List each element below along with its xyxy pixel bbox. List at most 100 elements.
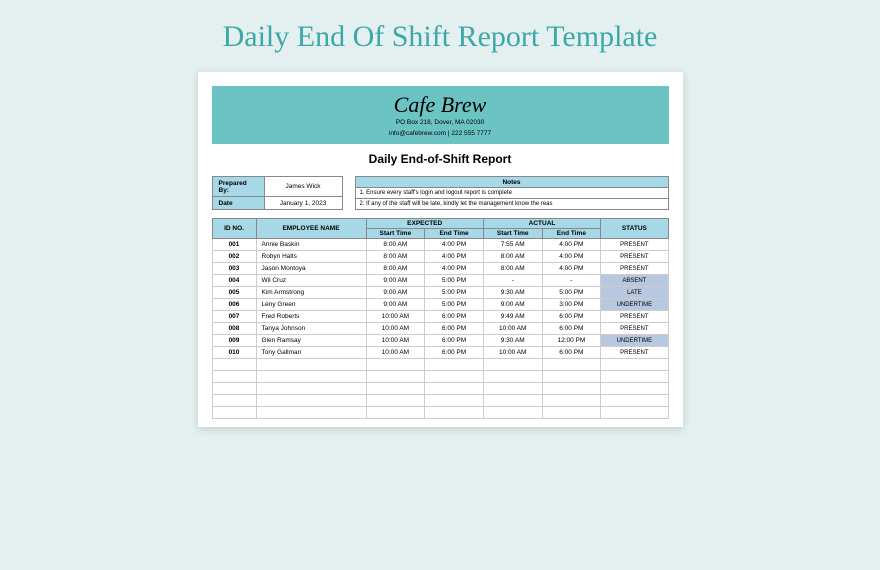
cell-status: UNDERTIME — [601, 299, 668, 311]
brand-address: PO Box 218, Dover, MA 02030 — [212, 118, 669, 127]
cell-expected-end: 5:00 PM — [425, 287, 484, 299]
cell-expected-start: 10:00 AM — [366, 311, 425, 323]
prepared-by-value: James Wick — [264, 177, 342, 197]
cell-id: 002 — [212, 251, 256, 263]
note-1: 1. Ensure every staff's login and logout… — [355, 188, 668, 199]
meta-left-table: Prepared By: James Wick Date January 1, … — [212, 176, 343, 210]
cell-id: 003 — [212, 263, 256, 275]
cell-status: PRESENT — [601, 263, 668, 275]
cell-actual-start: 8:00 AM — [483, 263, 542, 275]
cell-status: PRESENT — [601, 347, 668, 359]
cell-expected-start: 10:00 AM — [366, 347, 425, 359]
cell-name: Kim Armstrong — [256, 287, 366, 299]
cell-actual-end: 4:00 PM — [542, 251, 601, 263]
cell-expected-start: 8:00 AM — [366, 251, 425, 263]
date-value: January 1, 2023 — [264, 197, 342, 210]
cell-expected-end: 4:00 PM — [425, 251, 484, 263]
page-title: Daily End Of Shift Report Template — [223, 20, 658, 54]
table-row: 007Fred Roberts10:00 AM6:00 PM9:49 AM6:0… — [212, 311, 668, 323]
cell-actual-start: 9:30 AM — [483, 335, 542, 347]
table-row: 005Kim Armstrong9:00 AM5:00 PM9:30 AM5:0… — [212, 287, 668, 299]
cell-actual-end: 12:00 PM — [542, 335, 601, 347]
cell-id: 007 — [212, 311, 256, 323]
table-row: 009Glen Ramsay10:00 AM6:00 PM9:30 AM12:0… — [212, 335, 668, 347]
cell-status: LATE — [601, 287, 668, 299]
cell-name: Glen Ramsay — [256, 335, 366, 347]
cell-name: Tony Gallman — [256, 347, 366, 359]
cell-status: PRESENT — [601, 323, 668, 335]
header-expected: EXPECTED — [366, 219, 483, 229]
cell-actual-end: 6:00 PM — [542, 311, 601, 323]
header-id: ID NO. — [212, 219, 256, 239]
table-body: 001Annie Baskin8:00 AM4:00 PM7:55 AM4:00… — [212, 239, 668, 419]
cell-id: 005 — [212, 287, 256, 299]
table-row: 003Jason Montoya8:00 AM4:00 PM8:00 AM4:0… — [212, 263, 668, 275]
cell-name: Robyn Halts — [256, 251, 366, 263]
cell-actual-start: 8:00 AM — [483, 251, 542, 263]
header-actual-end: End Time — [542, 229, 601, 239]
table-row: 010Tony Gallman10:00 AM6:00 PM10:00 AM6:… — [212, 347, 668, 359]
cell-id: 006 — [212, 299, 256, 311]
cell-expected-end: 6:00 PM — [425, 335, 484, 347]
header-status: STATUS — [601, 219, 668, 239]
report-title: Daily End-of-Shift Report — [212, 152, 669, 166]
cell-expected-end: 4:00 PM — [425, 239, 484, 251]
cell-actual-end: 6:00 PM — [542, 323, 601, 335]
cell-expected-end: 6:00 PM — [425, 311, 484, 323]
notes-header: Notes — [355, 177, 668, 188]
cell-name: Annie Baskin — [256, 239, 366, 251]
shift-data-table: ID NO. EMPLOYEE NAME EXPECTED ACTUAL STA… — [212, 218, 669, 419]
cell-expected-start: 9:00 AM — [366, 299, 425, 311]
note-2: 2. If any of the staff will be late, kin… — [355, 199, 668, 210]
table-row: 004Wil Cruz9:00 AM5:00 PM--ABSENT — [212, 275, 668, 287]
cell-id: 008 — [212, 323, 256, 335]
brand-contact: info@cafebrew.com | 222 555 7777 — [212, 129, 669, 138]
table-row-empty — [212, 407, 668, 419]
table-row: 002Robyn Halts8:00 AM4:00 PM8:00 AM4:00 … — [212, 251, 668, 263]
cell-expected-start: 9:00 AM — [366, 275, 425, 287]
cell-expected-end: 6:00 PM — [425, 347, 484, 359]
cell-name: Leny Green — [256, 299, 366, 311]
cell-actual-end: - — [542, 275, 601, 287]
table-row-empty — [212, 359, 668, 371]
cell-expected-start: 9:00 AM — [366, 287, 425, 299]
cell-status: PRESENT — [601, 239, 668, 251]
cell-id: 010 — [212, 347, 256, 359]
cell-id: 009 — [212, 335, 256, 347]
meta-section: Prepared By: James Wick Date January 1, … — [212, 176, 669, 210]
cell-actual-end: 4:00 PM — [542, 263, 601, 275]
cell-expected-start: 10:00 AM — [366, 335, 425, 347]
header-name: EMPLOYEE NAME — [256, 219, 366, 239]
cell-actual-start: - — [483, 275, 542, 287]
cell-actual-end: 6:00 PM — [542, 347, 601, 359]
table-header: ID NO. EMPLOYEE NAME EXPECTED ACTUAL STA… — [212, 219, 668, 239]
cell-status: UNDERTIME — [601, 335, 668, 347]
cell-id: 004 — [212, 275, 256, 287]
cell-expected-end: 5:00 PM — [425, 299, 484, 311]
header-actual: ACTUAL — [483, 219, 600, 229]
cell-status: PRESENT — [601, 251, 668, 263]
header-expected-end: End Time — [425, 229, 484, 239]
table-row: 006Leny Green9:00 AM5:00 PM9:00 AM3:00 P… — [212, 299, 668, 311]
cell-expected-end: 6:00 PM — [425, 323, 484, 335]
header-expected-start: Start Time — [366, 229, 425, 239]
cell-actual-start: 9:49 AM — [483, 311, 542, 323]
header-actual-start: Start Time — [483, 229, 542, 239]
cell-name: Fred Roberts — [256, 311, 366, 323]
table-row-empty — [212, 395, 668, 407]
table-row: 001Annie Baskin8:00 AM4:00 PM7:55 AM4:00… — [212, 239, 668, 251]
cell-actual-start: 7:55 AM — [483, 239, 542, 251]
cell-expected-end: 5:00 PM — [425, 275, 484, 287]
cell-actual-start: 10:00 AM — [483, 323, 542, 335]
cell-expected-start: 8:00 AM — [366, 239, 425, 251]
cell-actual-start: 9:00 AM — [483, 299, 542, 311]
cell-expected-end: 4:00 PM — [425, 263, 484, 275]
cell-actual-end: 5:00 PM — [542, 287, 601, 299]
cell-actual-start: 9:30 AM — [483, 287, 542, 299]
brand-name: Cafe Brew — [212, 94, 669, 116]
cell-name: Wil Cruz — [256, 275, 366, 287]
cell-status: ABSENT — [601, 275, 668, 287]
table-row-empty — [212, 383, 668, 395]
table-row-empty — [212, 371, 668, 383]
cell-actual-start: 10:00 AM — [483, 347, 542, 359]
